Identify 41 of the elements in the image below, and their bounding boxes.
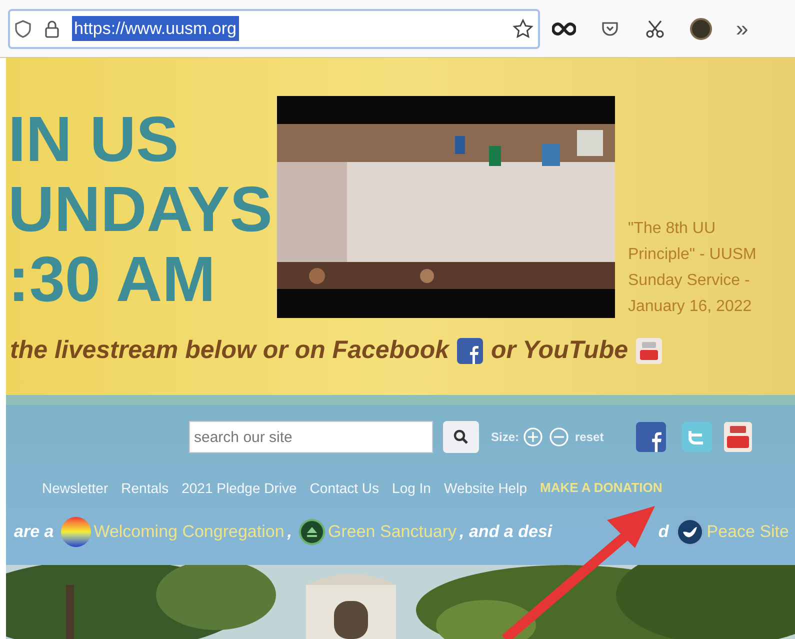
scissors-icon[interactable] [644,18,666,40]
nav-link[interactable]: Contact Us [310,478,380,498]
youtube-icon[interactable] [724,422,752,452]
welcome-text: d [658,521,669,544]
peace-site-link[interactable]: Peace Site [706,519,789,545]
sanctuary-link[interactable]: Green Sanctuary [328,519,457,545]
headline-text: IN US [8,104,180,174]
search-field[interactable]: search our site [189,421,433,453]
search-icon [453,429,469,445]
nav-link[interactable]: Newsletter [42,478,108,498]
star-icon[interactable] [512,18,534,40]
shield-icon [14,18,32,38]
headline-text: :30 AM [8,244,216,314]
nav-link[interactable]: 2021 Pledge Drive [182,478,297,498]
facebook-icon[interactable] [636,422,666,452]
welcome-text: , and a desi [460,521,552,544]
youtube-icon[interactable] [636,338,662,364]
nav-link[interactable]: Log In [392,478,431,498]
search-button[interactable] [443,421,479,453]
nav-link[interactable]: Website Help [444,478,527,498]
livestream-text: or YouTube [491,335,628,366]
dove-icon [676,518,704,546]
url-text[interactable]: https://www.uusm.org [72,16,239,42]
headline-text: UNDAYS [8,174,274,244]
lock-icon [44,18,60,38]
address-bar[interactable]: https://www.uusm.org [8,8,540,48]
size-label: Size: [491,429,520,446]
comma-text: , [287,521,292,544]
leaf-icon [299,519,326,545]
video-caption[interactable]: "The 8th UU Principle" - UUSM Sunday Service - January 16, 2022 [628,216,785,320]
profile-avatar[interactable] [690,18,712,40]
nav-link[interactable]: Rentals [121,478,169,498]
infinity-icon[interactable] [552,22,576,36]
nav-link[interactable]: MAKE A DONATION [540,478,662,498]
rainbow-icon [60,517,91,547]
overflow-icon[interactable]: » [736,12,748,45]
facebook-icon[interactable] [457,338,484,364]
welcoming-link[interactable]: Welcoming Congregation [94,519,284,545]
welcome-text: are a [14,521,54,544]
reset-link[interactable]: reset [575,428,604,446]
livestream-text: the livestream below or on Facebook [10,335,450,366]
